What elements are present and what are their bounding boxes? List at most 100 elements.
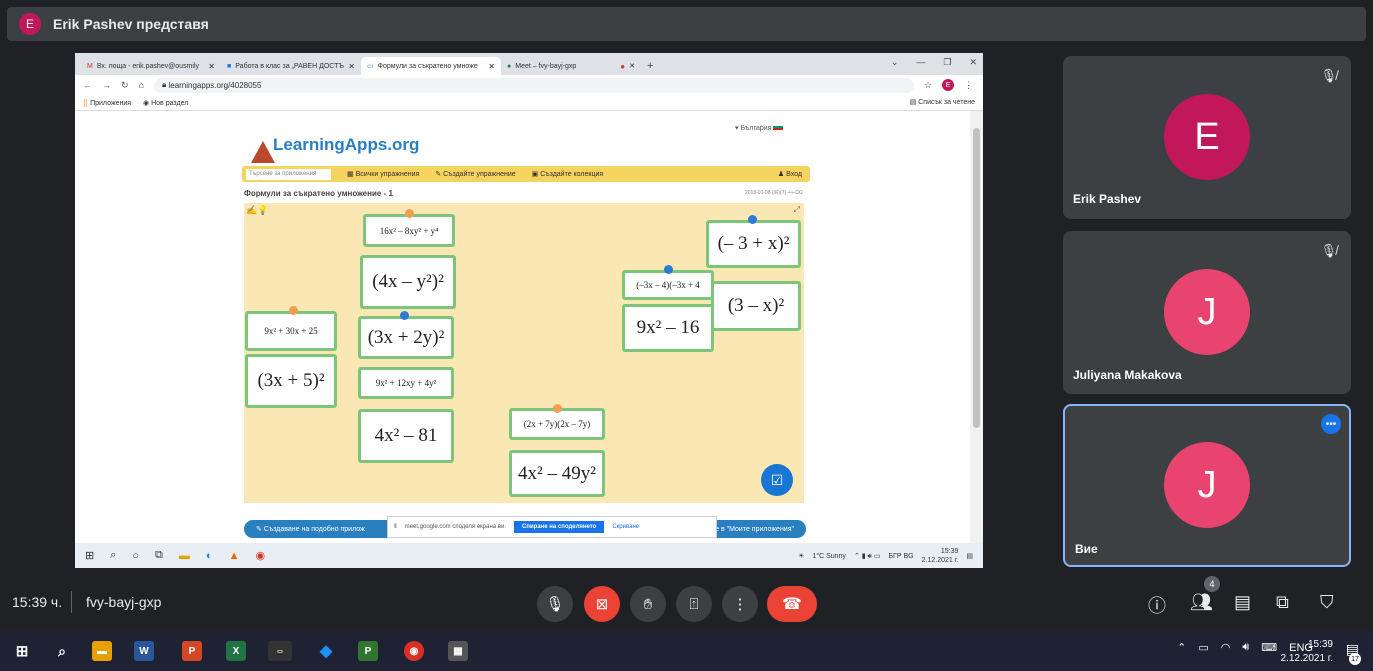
show-hidden-icons[interactable]: ⌃: [1177, 641, 1186, 654]
more-options-button[interactable]: ⋮: [722, 586, 758, 622]
close-icon[interactable]: ✕: [348, 62, 355, 71]
close-window-icon[interactable]: ✕: [969, 57, 977, 68]
microphone-button[interactable]: 🎙︎: [537, 586, 573, 622]
profile-avatar[interactable]: E: [942, 79, 955, 91]
search-icon[interactable]: ⌕: [110, 549, 116, 562]
calculator-icon[interactable]: ▦: [448, 641, 468, 661]
match-card[interactable]: (4x – y²)²: [360, 255, 456, 309]
match-card[interactable]: 4x² – 81: [358, 409, 454, 463]
match-card[interactable]: 16x² – 8xy² + y⁴: [363, 214, 455, 247]
search-icon[interactable]: ⌕: [52, 641, 72, 661]
tab-label: Формули за съкратено умноже: [377, 62, 478, 70]
language-selector[interactable]: ▾ България: [735, 124, 784, 132]
volume-icon[interactable]: 🔊︎: [1242, 641, 1249, 654]
task-view-icon[interactable]: ○: [132, 550, 139, 562]
notification-count: 17: [1349, 653, 1361, 665]
login-link[interactable]: ♟ Вход: [778, 170, 802, 178]
match-card[interactable]: (– 3 + x)²: [706, 220, 801, 268]
bookmark-apps[interactable]: ⣿ Приложения: [83, 99, 131, 107]
home-icon[interactable]: ⌂: [139, 80, 144, 90]
match-card[interactable]: (3x + 5)²: [245, 354, 337, 408]
participant-tile[interactable]: 🎙︎̸ J Juliyana Makakova: [1063, 231, 1351, 394]
fullscreen-icon[interactable]: ⤢: [794, 205, 800, 215]
openboard-icon[interactable]: ▭: [268, 641, 292, 661]
tab-search-icon[interactable]: ⌄: [891, 57, 899, 68]
star-icon[interactable]: ☆: [924, 80, 932, 91]
system-clock[interactable]: 15:39 2.12.2021 г.: [1281, 638, 1333, 666]
clock-time: 15:39: [1307, 639, 1333, 650]
participant-avatar: J: [1164, 442, 1250, 528]
more-vert-icon: ⋮: [732, 596, 748, 613]
more-options-icon[interactable]: •••: [1321, 414, 1341, 434]
people-icon[interactable]: 👥︎: [1190, 592, 1213, 613]
reload-icon[interactable]: ↻: [121, 80, 129, 91]
vlc-icon[interactable]: ▲: [229, 550, 240, 562]
nav-label: Създайте упражнение: [443, 171, 516, 178]
match-card[interactable]: 4x² – 49y²: [509, 450, 605, 497]
keyboard-icon[interactable]: ⌨: [1261, 641, 1277, 654]
file-explorer-icon[interactable]: ▬: [179, 550, 190, 562]
leave-call-button[interactable]: ☎: [767, 586, 817, 622]
meeting-details-icon[interactable]: ⓘ: [1148, 592, 1166, 618]
match-card[interactable]: (3 – x)²: [711, 281, 801, 331]
address-bar[interactable]: 🔒︎ learningapps.org/4028055: [153, 77, 914, 93]
participant-tile[interactable]: 🎙︎̸ E Erik Pashev: [1063, 56, 1351, 219]
search-input[interactable]: Търсене за приложения: [246, 168, 331, 180]
browser-tab-gmail[interactable]: M Вх. поща - erik.pashev@ousmily ✕: [81, 57, 221, 75]
raise-hand-button[interactable]: ✋︎: [630, 586, 666, 622]
powerpoint-icon[interactable]: P: [182, 641, 202, 661]
share-icon: ⦀: [394, 523, 397, 530]
nav-create-collection[interactable]: ▣ Създайте колекция: [532, 170, 604, 178]
nav-create-exercise[interactable]: ✎ Създайте упражнение: [435, 170, 515, 178]
hide-button[interactable]: Скриване: [612, 524, 639, 530]
pin-icon: [553, 404, 562, 413]
reading-list[interactable]: ▤ Списък за четене: [910, 98, 975, 106]
windows-start-icon[interactable]: ⊞: [85, 549, 94, 562]
stop-sharing-button[interactable]: Спиране на споделянето: [514, 521, 605, 533]
word-icon[interactable]: W: [134, 641, 154, 661]
battery-icon[interactable]: ▭: [1198, 641, 1208, 654]
host-controls-icon[interactable]: ⛉: [1320, 592, 1334, 613]
match-card[interactable]: 9x² + 12xy + 4y²: [358, 367, 454, 399]
activities-icon[interactable]: ⧉: [1276, 592, 1289, 613]
browser-tab-learningapps[interactable]: ▭ Формули за съкратено умноже ✕: [361, 57, 501, 75]
close-icon[interactable]: ✕: [208, 62, 215, 71]
close-icon[interactable]: ✕: [629, 62, 635, 70]
match-card[interactable]: 9x² + 30x + 25: [245, 311, 337, 351]
scrollbar-thumb[interactable]: [973, 128, 980, 428]
learningapps-logo[interactable]: LearningApps.org: [273, 135, 419, 155]
check-answers-button[interactable]: ☑: [761, 464, 793, 496]
restore-icon[interactable]: ❐: [943, 57, 951, 68]
back-icon[interactable]: ←: [83, 80, 92, 90]
close-icon[interactable]: ✕: [488, 62, 495, 71]
create-similar-link[interactable]: ✎ Създаване на подобно прилож: [256, 525, 365, 533]
excel-icon[interactable]: X: [226, 641, 246, 661]
hint-icon[interactable]: ✍💡: [246, 205, 268, 216]
bookmark-new-tab[interactable]: ◉ Нов раздел: [143, 99, 188, 107]
windows-start-icon[interactable]: ⊞: [12, 641, 32, 661]
widgets-icon[interactable]: ⧉: [155, 549, 163, 562]
chat-icon[interactable]: ▤: [1234, 592, 1251, 613]
chrome-icon[interactable]: ◉: [404, 641, 424, 661]
new-tab-icon[interactable]: +: [647, 60, 653, 72]
menu-dots-icon[interactable]: ⋮: [964, 80, 973, 91]
publisher-icon[interactable]: P: [358, 641, 378, 661]
forward-icon[interactable]: →: [102, 80, 111, 90]
participant-tile-self[interactable]: ••• J Вие: [1063, 404, 1351, 567]
url-text: learningapps.org/4028055: [168, 80, 262, 90]
browser-tab-classroom[interactable]: ■ Работа в клас за „РАВЕН ДОСТЪ ✕: [221, 57, 361, 75]
match-card[interactable]: 9x² – 16: [622, 304, 714, 352]
minimize-icon[interactable]: —: [916, 57, 925, 68]
browser-tab-meet[interactable]: ● Meet – fvy-bayj-gxp ● ✕: [501, 57, 641, 75]
present-button[interactable]: ⍐: [676, 586, 712, 622]
match-card[interactable]: (3x + 2y)²: [358, 316, 454, 359]
wifi-icon[interactable]: ◠: [1221, 641, 1231, 654]
file-explorer-icon[interactable]: ▬: [92, 641, 112, 661]
edge-icon[interactable]: ◐: [206, 550, 213, 562]
nav-label: Всички упражнения: [355, 171, 420, 178]
match-card[interactable]: (–3x – 4)(–3x + 4: [622, 270, 714, 300]
nav-all-exercises[interactable]: ▦ Всички упражнения: [347, 170, 419, 178]
chrome-icon[interactable]: ◉: [255, 549, 265, 562]
camera-button[interactable]: ⊠: [584, 586, 620, 622]
drop-icon[interactable]: ◆: [316, 641, 336, 661]
